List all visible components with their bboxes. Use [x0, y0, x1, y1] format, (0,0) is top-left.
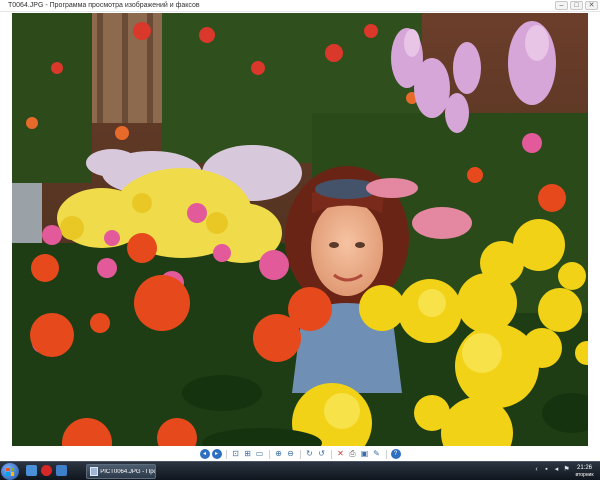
- clock-time: 21:26: [576, 465, 592, 471]
- toolbar-separator: [268, 449, 270, 459]
- save-icon: ▣: [360, 449, 369, 458]
- start-button[interactable]: [1, 463, 19, 480]
- slideshow-icon: ▭: [255, 449, 264, 458]
- quick-launch: [26, 465, 67, 476]
- delete-icon: ✕: [337, 449, 344, 458]
- minimize-icon: –: [559, 2, 564, 9]
- taskbar-item-label: PICT0064.JPG - Про...: [100, 468, 155, 475]
- tray-arrow-icon[interactable]: ‹: [533, 466, 540, 474]
- arrow-left-icon: ◂: [202, 451, 206, 457]
- best-fit-icon: ⊡: [232, 449, 239, 458]
- rotate-cw-button[interactable]: ↻: [305, 449, 315, 459]
- delete-button[interactable]: ✕: [336, 449, 346, 459]
- photo-content: [12, 13, 588, 446]
- clock[interactable]: 21:26 вторник: [571, 463, 598, 480]
- rotate-ccw-icon: ↺: [318, 449, 325, 458]
- close-icon: ✕: [588, 2, 595, 9]
- print-button[interactable]: ⎙: [348, 449, 358, 459]
- title-bar[interactable]: T0064.JPG - Программа просмотра изображе…: [0, 0, 600, 12]
- viewer-toolbar: ◂ ▸ ⊡ ⊞ ▭ ⊕ ⊖ ↻ ↺ ✕ ⎙ ▣ ✎ ?: [0, 447, 600, 461]
- maximize-button[interactable]: □: [570, 1, 583, 10]
- help-button[interactable]: ?: [390, 449, 401, 459]
- edit-button[interactable]: ✎: [372, 449, 382, 459]
- zoom-in-button[interactable]: ⊕: [274, 449, 284, 459]
- rotate-ccw-button[interactable]: ↺: [317, 449, 327, 459]
- best-fit-button[interactable]: ⊡: [231, 449, 241, 459]
- opera-icon[interactable]: [41, 465, 52, 476]
- edit-icon: ✎: [373, 449, 380, 458]
- toolbar-separator: [225, 449, 227, 459]
- system-tray: ‹ ▪ ◂ ⚑: [533, 466, 570, 474]
- next-image-button[interactable]: ▸: [211, 449, 222, 459]
- save-button[interactable]: ▣: [360, 449, 370, 459]
- image-viewer-window: T0064.JPG - Программа просмотра изображе…: [0, 0, 600, 461]
- photo: [12, 13, 588, 446]
- prev-image-button[interactable]: ◂: [199, 449, 210, 459]
- image-viewport[interactable]: [0, 12, 600, 447]
- image-viewer-icon: [90, 467, 99, 476]
- taskbar-item-image-viewer[interactable]: PICT0064.JPG - Про...: [86, 464, 156, 479]
- toolbar-separator: [299, 449, 301, 459]
- maximize-icon: □: [574, 2, 579, 9]
- help-icon: ?: [393, 451, 398, 457]
- ie-icon[interactable]: [26, 465, 37, 476]
- arrow-right-icon: ▸: [214, 451, 218, 457]
- show-desktop-icon[interactable]: [56, 465, 67, 476]
- flag-icon[interactable]: ⚑: [563, 466, 570, 474]
- actual-size-button[interactable]: ⊞: [243, 449, 253, 459]
- network-icon[interactable]: ▪: [543, 466, 550, 474]
- windows-flag-icon: [6, 467, 14, 476]
- slideshow-button[interactable]: ▭: [255, 449, 265, 459]
- actual-size-icon: ⊞: [244, 449, 251, 458]
- close-button[interactable]: ✕: [585, 1, 598, 10]
- zoom-in-icon: ⊕: [275, 449, 282, 458]
- rotate-cw-icon: ↻: [306, 449, 313, 458]
- minimize-button[interactable]: –: [555, 1, 568, 10]
- toolbar-separator: [330, 449, 332, 459]
- zoom-out-icon: ⊖: [287, 449, 294, 458]
- window-controls: – □ ✕: [555, 1, 598, 10]
- zoom-out-button[interactable]: ⊖: [286, 449, 296, 459]
- taskbar: PICT0064.JPG - Про... ‹ ▪ ◂ ⚑ 21:26 втор…: [0, 461, 600, 480]
- toolbar-separator: [385, 449, 387, 459]
- print-icon: ⎙: [349, 449, 356, 458]
- window-title: T0064.JPG - Программа просмотра изображе…: [8, 2, 200, 9]
- clock-day: вторник: [575, 472, 594, 478]
- volume-icon[interactable]: ◂: [553, 466, 560, 474]
